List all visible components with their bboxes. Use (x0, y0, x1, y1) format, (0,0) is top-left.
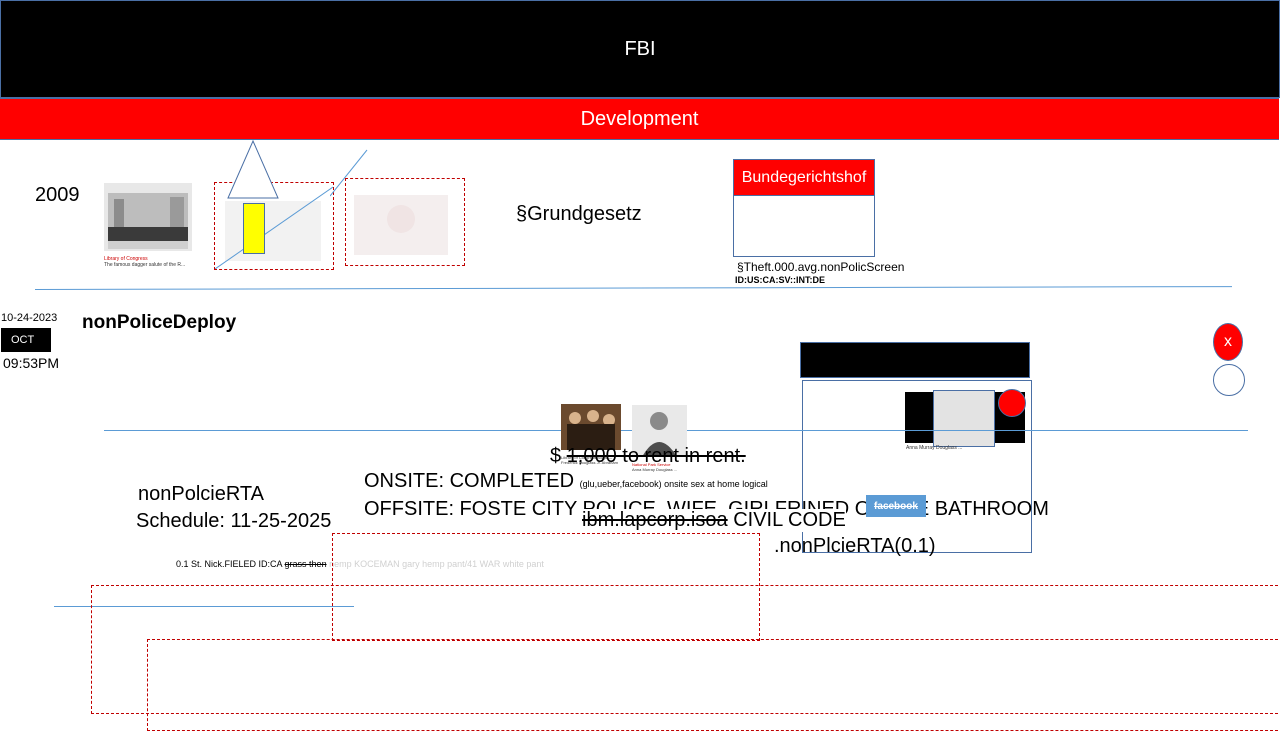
divider-1 (34, 286, 1232, 290)
historical-photo-1[interactable]: Library of Congress The famous dagger sa… (104, 183, 192, 268)
media-card-caption: Anna Murray Douglass ... (906, 445, 963, 451)
year-label: 2009 (35, 184, 80, 206)
theft-text: §Theft.000.avg.nonPolicScreen (737, 260, 905, 274)
black-banner (800, 342, 1030, 378)
dashed-placeholder-2[interactable] (345, 178, 465, 266)
rent-struck: 1,000 to rent in rent. (566, 445, 746, 467)
header-subtitle: Development (580, 107, 699, 130)
faded-image-2 (354, 195, 448, 255)
yellow-bar (243, 203, 265, 254)
photo-1-caption: The famous dagger salute of the R... (104, 262, 186, 268)
close-button[interactable]: x (1213, 323, 1243, 361)
facebook-badge[interactable]: facebook (866, 495, 926, 517)
onsite-note: (glu,ueber,facebook) onsite sex at home … (579, 479, 768, 489)
month-badge: OCT (1, 328, 51, 352)
header-title-bar: FBI (0, 0, 1280, 98)
court-box: Bundegerichtshof (733, 159, 875, 257)
historical-photo-2-image (561, 404, 621, 450)
empty-circle-button[interactable] (1213, 364, 1245, 396)
rent-text: $ 1,000 to rent in rent. (550, 445, 746, 468)
ibm-civil-code: ibm.lapcorp.isoa CIVIL CODE (582, 509, 846, 532)
onsite-label: ONSITE: COMPLETED (364, 470, 575, 492)
footer-struck: grass then (284, 559, 327, 569)
date-label: 10-24-2023 (1, 312, 58, 324)
onsite-status: ONSITE: COMPLETED (glu,ueber,facebook) o… (364, 470, 768, 493)
media-card-image (933, 390, 995, 447)
grundgesetz-label: §Grundgesetz (516, 203, 642, 225)
civil-code: CIVIL CODE (733, 509, 846, 531)
time-label: 09:53PM (3, 355, 60, 371)
triangle-shape (227, 140, 279, 199)
dashed-panel-3[interactable] (147, 639, 1280, 731)
rent-prefix: $ (550, 445, 562, 467)
rta-label: nonPolcieRTA (138, 483, 264, 505)
header-title: FBI (624, 37, 656, 60)
header-subtitle-bar: Development (0, 98, 1279, 140)
id-text: ID:US:CA:SV::INT:DE (735, 275, 825, 285)
ibm-struck: ibm.lapcorp.isoa (582, 509, 728, 531)
footer-prefix: 0.1 St. Nick.FIELED ID:CA (176, 559, 283, 569)
close-icon: x (1224, 333, 1232, 350)
schedule-label: Schedule: 11-25-2025 (136, 510, 332, 532)
court-label: Bundegerichtshof (734, 160, 874, 196)
section-heading: nonPoliceDeploy (82, 312, 237, 333)
rta-call-label: .nonPlcieRTA(0.1) (774, 535, 936, 557)
red-dot-icon (998, 389, 1026, 417)
historical-photo-1-image (104, 183, 192, 251)
